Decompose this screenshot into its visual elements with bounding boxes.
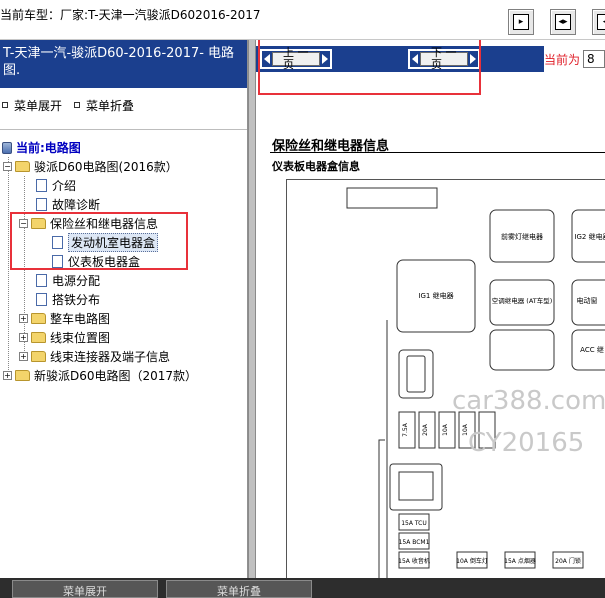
tree-item-label-selected: 发动机室电器盒 — [68, 233, 159, 252]
tree-item[interactable]: + 整车电路图 — [0, 309, 247, 328]
document-icon — [36, 179, 47, 192]
document-icon — [36, 293, 47, 306]
vehicle-model-title: 当前车型：厂家:T-天津一汽骏派D602016-2017 — [0, 8, 261, 22]
document-icon — [52, 236, 63, 249]
square-icon — [74, 102, 81, 108]
hide-right-pane-button[interactable]: ◂ — [592, 9, 605, 35]
split-view-button[interactable]: ◂▸ — [550, 9, 576, 35]
tree-item[interactable]: 仪表板电器盒 — [0, 252, 247, 271]
top-bar: 当前车型：厂家:T-天津一汽骏派D602016-2017 ▸ ◂▸ ◂ — [0, 0, 605, 40]
menu-expand-label: 菜单展开 — [14, 98, 63, 113]
tree-item[interactable]: + 线束连接器及端子信息 — [0, 347, 247, 366]
tree-item[interactable]: + 新骏派D60电路图（2017款） — [0, 366, 247, 385]
arrow-left-icon: ◂ — [597, 14, 605, 30]
fuse-75a-label: 7.5A — [402, 422, 409, 437]
expand-icon[interactable]: + — [3, 371, 12, 380]
tree-item-label: 线束位置图 — [50, 331, 111, 345]
tree-item-label: 故障诊断 — [52, 198, 101, 212]
fuse-box-diagram: 前雾灯继电器 IG2 继电器 IG1 继电器 空调继电器 (AT车型) 电动窗 … — [286, 179, 605, 578]
tree-item-label: 电源分配 — [52, 274, 101, 288]
folder-icon — [31, 351, 46, 362]
title-rule — [270, 152, 605, 153]
expand-icon[interactable]: + — [19, 333, 28, 342]
square-icon — [2, 102, 8, 108]
tree-item-label: 整车电路图 — [50, 312, 111, 326]
tree-item[interactable]: 介绍 — [0, 176, 247, 195]
tree-item[interactable]: + 线束位置图 — [0, 328, 247, 347]
folder-icon — [31, 332, 46, 343]
computer-icon — [2, 141, 12, 154]
folder-icon — [15, 370, 30, 381]
tree-item-label: 搭铁分布 — [52, 293, 101, 307]
tree-item[interactable]: 电源分配 — [0, 271, 247, 290]
tree-current: 当前:电路图 — [0, 138, 247, 157]
split-arrows-icon: ◂▸ — [555, 14, 571, 30]
fuse-box-drawing: 前雾灯继电器 IG2 继电器 IG1 继电器 空调继电器 (AT车型) 电动窗 … — [346, 187, 605, 578]
watermark-text: CY20165 — [468, 428, 585, 458]
footer-menu-expand-button[interactable]: 菜单展开 — [12, 580, 158, 598]
tree-item-label: 介绍 — [52, 179, 77, 193]
relay-ac-label: 空调继电器 (AT车型) — [492, 296, 553, 305]
document-subtitle: 仪表板电器盒信息 — [272, 160, 360, 173]
current-label: 当前:电路图 — [16, 141, 81, 155]
fuse-cigar-label: 15A 点烟器 — [504, 557, 536, 565]
tree-item[interactable]: 搭铁分布 — [0, 290, 247, 309]
tree-item-label: 线束连接器及端子信息 — [50, 350, 171, 364]
relay-ig1-label: IG1 继电器 — [418, 291, 453, 300]
folder-icon — [31, 313, 46, 324]
tree-item[interactable]: − 骏派D60电路图(2016款） — [0, 157, 247, 176]
content-pane: 上 一 页 下 一 页 当前为 8 保险丝和继电器信息 仪表板电器盒信息 前雾灯… — [256, 40, 605, 578]
document-icon — [52, 255, 63, 268]
fuse-door-label: 20A 门锁 — [555, 557, 581, 565]
fuse-20a-label: 20A — [422, 423, 429, 436]
current-page-input[interactable]: 8 — [583, 50, 605, 68]
fuse-radio-label: 15A 收音机 — [398, 557, 430, 565]
tree-view: 当前:电路图 − 骏派D60电路图(2016款） 介绍 故障诊断 − 保险丝和继… — [0, 130, 247, 385]
fuse-10a-label: 10A — [442, 423, 449, 436]
sidebar-heading: T-天津一汽-骏派D60-2016-2017- 电路图. — [0, 40, 247, 88]
current-page-area: 当前为 8 — [544, 46, 605, 72]
menu-collapse-label: 菜单折叠 — [86, 98, 135, 113]
tree-item[interactable]: 故障诊断 — [0, 195, 247, 214]
highlight-box — [258, 40, 481, 95]
bottom-bar: 菜单展开 菜单折叠 — [0, 578, 605, 598]
tree-item[interactable]: 发动机室电器盒 — [0, 233, 247, 252]
folder-icon — [31, 218, 46, 229]
divider — [0, 122, 247, 130]
menu-ops: 菜单展开 菜单折叠 — [0, 88, 247, 122]
arrow-right-icon: ▸ — [513, 14, 529, 30]
document-icon — [36, 274, 47, 287]
footer-menu-collapse-button[interactable]: 菜单折叠 — [166, 580, 312, 598]
fuse-bcm1-label: 15A BCM1 — [399, 539, 430, 546]
tree-item-label: 骏派D60电路图(2016款） — [34, 160, 178, 174]
relay-front-fog-label: 前雾灯继电器 — [501, 232, 543, 241]
current-page-label: 当前为 — [544, 52, 581, 67]
pane-splitter[interactable] — [248, 40, 256, 578]
collapse-icon[interactable]: − — [3, 162, 12, 171]
folder-icon — [15, 161, 30, 172]
collapse-icon[interactable]: − — [19, 219, 28, 228]
menu-expand-link[interactable]: 菜单展开 — [2, 97, 62, 114]
relay-electric-label: 电动窗 — [577, 296, 598, 305]
watermark-text: car388.com — [452, 386, 605, 416]
tree-item-label: 新骏派D60电路图（2017款） — [34, 369, 198, 383]
tree-item-label: 仪表板电器盒 — [68, 255, 141, 269]
tree-item-label: 保险丝和继电器信息 — [50, 217, 159, 231]
fuse-reverse-label: 10A 倒车灯 — [456, 557, 488, 565]
expand-icon[interactable]: + — [19, 314, 28, 323]
expand-icon[interactable]: + — [19, 352, 28, 361]
document-icon — [36, 198, 47, 211]
menu-collapse-link[interactable]: 菜单折叠 — [74, 97, 134, 114]
relay-acc-label: ACC 继 — [580, 345, 604, 354]
hide-left-pane-button[interactable]: ▸ — [508, 9, 534, 35]
fuse-tcu-label: 15A TCU — [401, 520, 427, 527]
relay-ig2-label: IG2 继电器 — [574, 232, 605, 241]
sidebar: T-天津一汽-骏派D60-2016-2017- 电路图. 菜单展开 菜单折叠 当… — [0, 40, 248, 578]
tree-item[interactable]: − 保险丝和继电器信息 — [0, 214, 247, 233]
